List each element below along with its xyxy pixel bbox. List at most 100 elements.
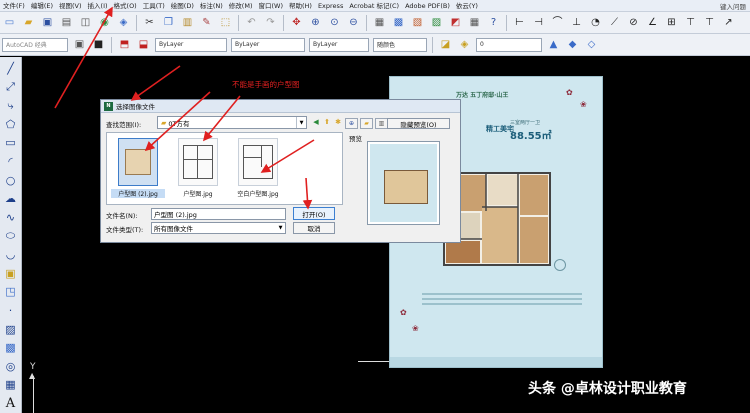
menu-window[interactable]: 窗口(W) [255,0,286,12]
print-icon[interactable]: ▤ [59,15,75,31]
menu-insert[interactable]: 插入(I) [85,0,111,12]
file-item[interactable]: 户型图 (2).jpg [111,136,165,204]
workspace-select[interactable]: AutoCAD 经典 [2,37,68,52]
menu-acrobat[interactable]: Acrobat 标记(C) [346,0,402,12]
gradient-icon[interactable]: ▩ [3,340,19,356]
save-icon[interactable]: ▣ [40,15,56,31]
filetype-select[interactable]: 所有图像文件 ▼ [151,222,286,234]
design-center-icon[interactable]: ▩ [391,15,407,31]
sheet-set-icon[interactable]: ▨ [429,15,445,31]
table-icon[interactable]: ▦ [3,377,19,393]
menu-yiyun[interactable]: 依云(Y) [453,0,481,12]
ellipse-icon[interactable]: ⬭ [3,228,19,244]
hatch-icon[interactable]: ▨ [3,321,19,337]
menu-adobe-pdf[interactable]: Adobe PDF(B) [402,0,453,12]
file-list[interactable]: 户型图 (2).jpg 户型图.jpg 空白户型图.jpg [106,132,343,205]
pdf-icon[interactable]: ⬒ [117,37,133,53]
circle-icon[interactable]: ○ [3,172,19,188]
tool-palettes-icon[interactable]: ▧ [410,15,426,31]
layer-select[interactable]: ByLayer [155,37,227,52]
multiline-text-icon[interactable]: A [3,396,19,412]
polyline-icon[interactable]: ⤷ [3,98,19,114]
construction-line-icon[interactable]: ⤢ [3,79,19,95]
make-current-icon[interactable]: ▲ [546,37,562,53]
line-icon[interactable]: ╱ [3,61,19,77]
dim-arc-icon[interactable]: ⌒ [550,15,566,31]
quickcalc-icon[interactable]: ▦ [467,15,483,31]
publish-icon[interactable]: ◉ [97,15,113,31]
chevron-down-icon[interactable]: ▼ [296,117,306,128]
dim-ordinate-icon[interactable]: ⊥ [569,15,585,31]
paste-icon[interactable]: ▥ [180,15,196,31]
quick-dim-icon[interactable]: ⊞ [664,15,680,31]
properties-icon[interactable]: ▦ [372,15,388,31]
zoom-realtime-icon[interactable]: ⊕ [308,15,324,31]
layer-manager-icon[interactable]: ◪ [438,37,454,53]
back-icon[interactable]: ◀ [311,116,321,127]
menu-draw[interactable]: 绘图(D) [168,0,197,12]
dim-jogged-icon[interactable]: ⟋ [607,15,623,31]
menu-help[interactable]: 帮助(H) [286,0,315,12]
up-folder-icon[interactable]: ⬆ [322,116,332,127]
pan-icon[interactable]: ✥ [289,15,305,31]
open-icon[interactable]: ▰ [21,15,37,31]
qleader-icon[interactable]: ↗ [721,15,737,31]
cut-icon[interactable]: ✂ [142,15,158,31]
hide-preview-button[interactable]: 隐藏预览(O) [387,118,450,129]
workspace-settings-icon[interactable]: ▣ [72,37,88,53]
menu-edit[interactable]: 编辑(E) [28,0,56,12]
arc-icon[interactable]: ◜ [3,154,19,170]
revcloud-icon[interactable]: ☁ [3,191,19,207]
help-search-box[interactable]: 键入问题 [720,1,750,11]
dialog-titlebar[interactable]: N 选择图像文件 [101,100,460,113]
chevron-down-icon[interactable]: ▼ [276,225,285,231]
dim-linear-icon[interactable]: ⊢ [512,15,528,31]
menu-express[interactable]: Express [315,0,346,12]
menu-modify[interactable]: 修改(M) [226,0,256,12]
redo-icon[interactable]: ↷ [263,15,279,31]
menu-tools[interactable]: 工具(T) [140,0,168,12]
dim-angular-icon[interactable]: ∠ [645,15,661,31]
file-item[interactable]: 户型图.jpg [171,136,225,204]
dim-radius-icon[interactable]: ◔ [588,15,604,31]
markup-icon[interactable]: ◩ [448,15,464,31]
region-icon[interactable]: ◎ [3,359,19,375]
dim-continue-icon[interactable]: ⊤ [702,15,718,31]
filename-input[interactable]: 户型图 (2).jpg [151,208,286,220]
insert-block-icon[interactable]: ▣ [3,265,19,281]
locate-icon[interactable]: ▰ [360,118,373,129]
layer-state-icon[interactable]: ◈ [457,37,473,53]
help-icon[interactable]: ? [486,15,502,31]
new-icon[interactable]: ▭ [2,15,18,31]
plot-preview-icon[interactable]: ◫ [78,15,94,31]
lookin-select[interactable]: ▰ 0T方有 ▼ [157,116,307,129]
dim-diameter-icon[interactable]: ⊘ [626,15,642,31]
point-icon[interactable]: · [3,303,19,319]
layer-tools-icon[interactable]: ◇ [584,37,600,53]
new-folder-icon[interactable]: ✱ [333,116,343,127]
3d-dwf-icon[interactable]: ◈ [116,15,132,31]
copy-icon[interactable]: ❐ [161,15,177,31]
block-editor-icon[interactable]: ⬚ [218,15,234,31]
open-button[interactable]: 打开(O) [293,207,335,220]
cancel-button[interactable]: 取消 [293,222,335,234]
menu-file[interactable]: 文件(F) [0,0,28,12]
match-properties-icon[interactable]: ✎ [199,15,215,31]
menu-view[interactable]: 视图(V) [56,0,85,12]
polygon-icon[interactable]: ⬠ [3,116,19,132]
dim-baseline-icon[interactable]: ⊤ [683,15,699,31]
search-web-icon[interactable]: ⊕ [345,118,358,129]
menu-format[interactable]: 格式(O) [111,0,140,12]
current-layer-select[interactable]: 0 [476,37,542,52]
lineweight-select[interactable]: ByLayer [309,37,369,52]
zoom-previous-icon[interactable]: ⊖ [346,15,362,31]
make-block-icon[interactable]: ◳ [3,284,19,300]
rectangle-icon[interactable]: ▭ [3,135,19,151]
file-item[interactable]: 空白户型图.jpg [231,136,285,204]
color-select[interactable]: 随颜色 [373,37,427,52]
zoom-window-icon[interactable]: ⊙ [327,15,343,31]
spline-icon[interactable]: ∿ [3,210,19,226]
dim-aligned-icon[interactable]: ⊣ [531,15,547,31]
workspace-save-icon[interactable]: ■ [91,37,107,53]
menu-dimension[interactable]: 标注(N) [197,0,226,12]
